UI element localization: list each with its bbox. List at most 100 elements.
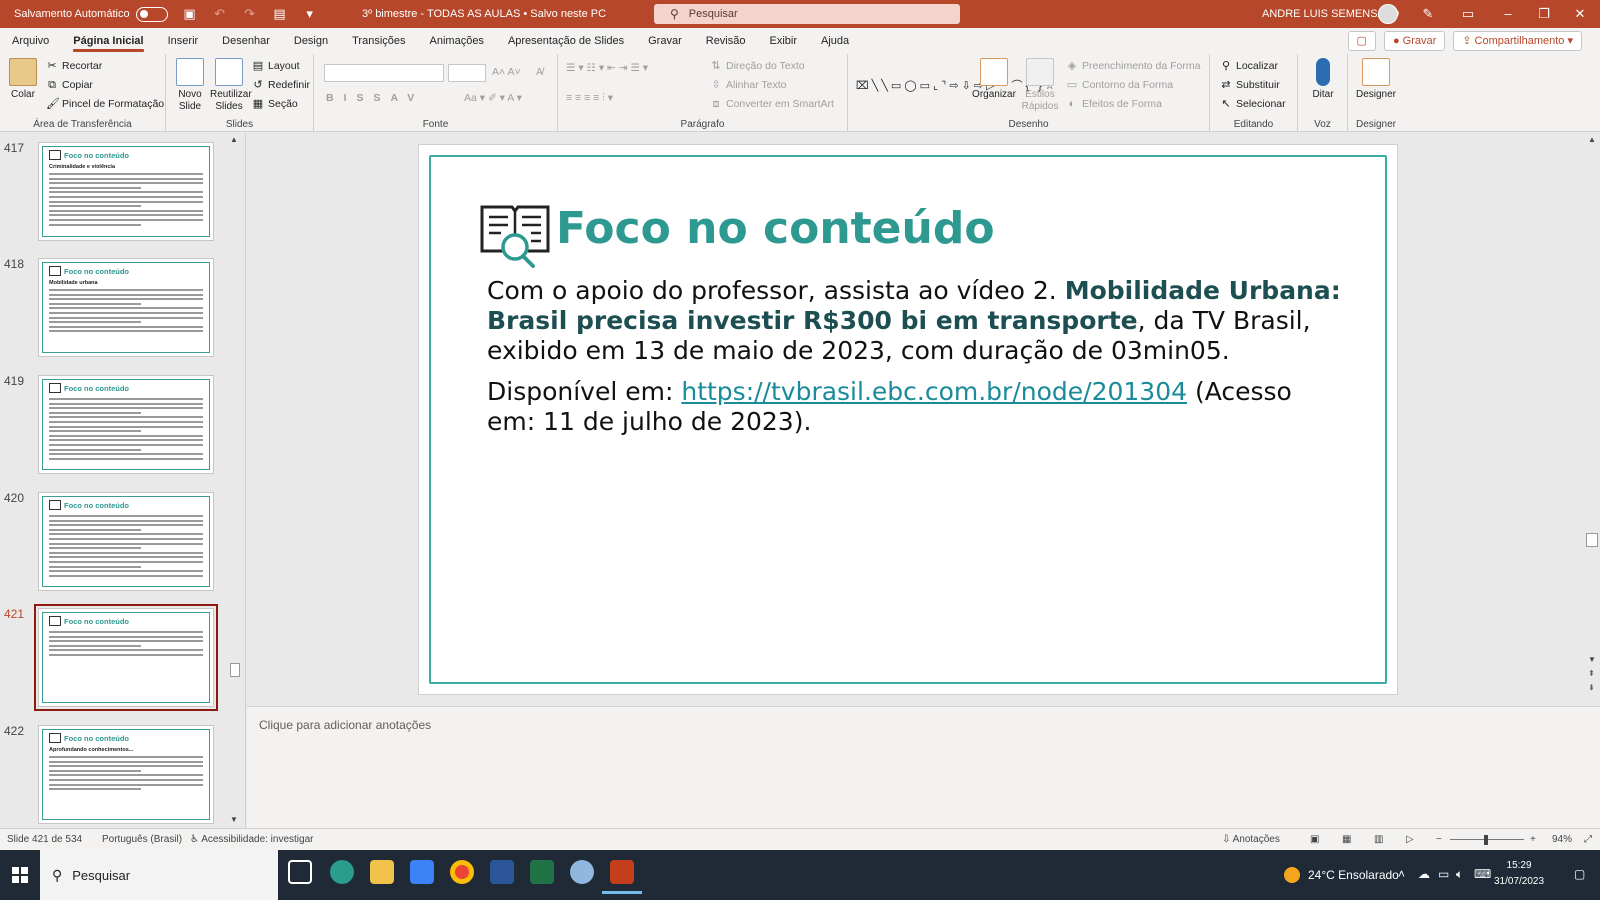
shape-outline-button[interactable]: ▭ Contorno da Forma bbox=[1066, 79, 1173, 91]
slide-thumbnail[interactable]: Foco no conteúdo Aprofundando conheciment… bbox=[38, 725, 214, 824]
slide-thumbnail[interactable]: Foco no conteúdo Mobilidade urbana bbox=[38, 258, 214, 357]
accessibility-button[interactable]: ♿ Acessibilidade: investigar bbox=[190, 829, 313, 851]
tab-pagina-inicial[interactable]: Página Inicial bbox=[61, 28, 155, 54]
previous-slide-icon[interactable]: ⇞ bbox=[1588, 669, 1595, 678]
scroll-down-icon[interactable]: ▼ bbox=[230, 815, 238, 824]
avatar[interactable] bbox=[1378, 4, 1398, 24]
slide-sorter-icon[interactable]: ▦ bbox=[1342, 829, 1351, 851]
chrome-icon[interactable] bbox=[450, 860, 474, 884]
keyboard-icon[interactable]: ⌨ bbox=[1474, 867, 1491, 881]
shape-effects-button[interactable]: ◐ Efeitos de Forma bbox=[1066, 98, 1162, 110]
store-icon[interactable] bbox=[410, 860, 434, 884]
redo-icon[interactable]: ↷ bbox=[242, 6, 258, 22]
editor-vertical-scrollbar[interactable]: ▲ ▼ ⇞ ⇟ bbox=[1584, 133, 1600, 705]
notes-placeholder[interactable]: Clique para adicionar anotações bbox=[259, 718, 431, 732]
tab-animacoes[interactable]: Animações bbox=[418, 28, 496, 54]
thumbnail-scroll-thumb[interactable] bbox=[230, 663, 240, 677]
slide-thumbnail[interactable]: Foco no conteúdo bbox=[38, 492, 214, 591]
maximize-icon[interactable]: ❐ bbox=[1526, 0, 1562, 28]
save-icon[interactable]: ▣ bbox=[182, 6, 198, 22]
layout-button[interactable]: ▤ Layout bbox=[252, 60, 300, 72]
close-icon[interactable]: ✕ bbox=[1562, 0, 1598, 28]
taskbar-search[interactable]: ⚲ Pesquisar bbox=[40, 850, 278, 900]
shape-fill-button[interactable]: ◈ Preenchimento da Forma bbox=[1066, 60, 1201, 72]
font-grow-icon[interactable]: A˄ A˅ bbox=[492, 66, 521, 78]
start-button[interactable] bbox=[0, 850, 40, 900]
zoom-in-icon[interactable]: + bbox=[1530, 829, 1536, 851]
dictate-button[interactable]: Ditar bbox=[1304, 58, 1342, 101]
task-view-icon[interactable] bbox=[288, 860, 312, 884]
tab-ajuda[interactable]: Ajuda bbox=[809, 28, 861, 54]
tab-design[interactable]: Design bbox=[282, 28, 340, 54]
slide-body-text[interactable]: Com o apoio do professor, assista ao víd… bbox=[487, 276, 1347, 448]
tray-chevron-icon[interactable]: ˄ bbox=[1398, 867, 1405, 881]
new-slide-button[interactable]: Novo Slide bbox=[172, 58, 208, 113]
tab-exibir[interactable]: Exibir bbox=[758, 28, 810, 54]
paste-button[interactable]: Colar bbox=[6, 58, 40, 101]
fit-slide-icon[interactable]: ⤢ bbox=[1584, 829, 1592, 851]
language-indicator[interactable]: Português (Brasil) bbox=[102, 829, 182, 851]
text-direction-button[interactable]: ⇅ Direção do Texto bbox=[710, 60, 804, 72]
align-text-button[interactable]: ⇳ Alinhar Texto bbox=[710, 79, 786, 91]
tab-gravar[interactable]: Gravar bbox=[636, 28, 694, 54]
edge-icon[interactable] bbox=[330, 860, 354, 884]
record-button[interactable]: ● Gravar bbox=[1383, 31, 1446, 51]
zoom-level[interactable]: 94% bbox=[1552, 829, 1572, 851]
zoom-slider-thumb[interactable] bbox=[1484, 835, 1488, 845]
pen-icon[interactable]: ✎ bbox=[1410, 0, 1446, 28]
font-style-icons[interactable]: BISSAV bbox=[326, 92, 424, 104]
format-painter-button[interactable]: 🖌 Pincel de Formatação bbox=[46, 98, 164, 110]
font-color-icons[interactable]: Aa ▾ ✐ ▾ A ▾ bbox=[464, 92, 522, 104]
tab-revisao[interactable]: Revisão bbox=[694, 28, 758, 54]
slide-thumbnail[interactable]: Foco no conteúdo Criminalidade e violênci… bbox=[38, 142, 214, 241]
slideshow-icon[interactable]: ▷ bbox=[1406, 829, 1414, 851]
editor-scroll-thumb[interactable] bbox=[1586, 533, 1598, 547]
presenter-icon[interactable]: ▤ bbox=[272, 6, 288, 22]
file-explorer-icon[interactable] bbox=[370, 860, 394, 884]
reset-button[interactable]: ↺ Redefinir bbox=[252, 79, 310, 91]
share-button[interactable]: ⇪ Compartilhamento ▾ bbox=[1453, 31, 1582, 51]
slide-title[interactable]: Foco no conteúdo bbox=[556, 203, 995, 254]
notes-pane[interactable]: Clique para adicionar anotações bbox=[247, 706, 1600, 828]
font-family-select[interactable] bbox=[324, 64, 444, 82]
undo-icon[interactable]: ↶ bbox=[212, 6, 228, 22]
comments-icon[interactable]: ▢ bbox=[1347, 31, 1376, 51]
search-box[interactable]: ⚲ Pesquisar bbox=[654, 4, 960, 24]
designer-button[interactable]: Designer bbox=[1352, 58, 1400, 101]
excel-icon[interactable] bbox=[530, 860, 554, 884]
customize-quick-access-icon[interactable]: ▾ bbox=[302, 6, 318, 22]
reuse-slides-button[interactable]: Reutilizar Slides bbox=[210, 58, 252, 113]
slide-thumbnail[interactable]: Foco no conteúdo bbox=[38, 375, 214, 474]
font-size-select[interactable] bbox=[448, 64, 486, 82]
replace-button[interactable]: ⇄ Substituir bbox=[1220, 79, 1279, 91]
weather-widget[interactable]: 24°C Ensolarado bbox=[1284, 850, 1399, 900]
powerpoint-icon[interactable] bbox=[602, 860, 642, 894]
tab-transicoes[interactable]: Transições bbox=[340, 28, 417, 54]
paint-icon[interactable] bbox=[570, 860, 594, 884]
volume-icon[interactable]: 🔈︎ bbox=[1456, 867, 1463, 882]
notes-button[interactable]: ⇩ Anotações bbox=[1222, 829, 1280, 851]
align-icons[interactable]: ≡ ≡ ≡ ≡ ⫶ ▾ bbox=[566, 92, 613, 105]
section-button[interactable]: ▦ Seção bbox=[252, 98, 298, 110]
scroll-up-icon[interactable]: ▲ bbox=[230, 135, 238, 144]
arrange-button[interactable]: Organizar bbox=[972, 58, 1016, 101]
tab-apresentacao[interactable]: Apresentação de Slides bbox=[496, 28, 636, 54]
system-clock[interactable]: 15:29 31/07/2023 bbox=[1494, 858, 1544, 890]
zoom-out-icon[interactable]: − bbox=[1436, 829, 1442, 851]
onedrive-icon[interactable]: ☁ bbox=[1418, 867, 1430, 881]
copy-button[interactable]: ⧉ Copiar bbox=[46, 79, 93, 91]
tab-inserir[interactable]: Inserir bbox=[156, 28, 211, 54]
clear-format-icon[interactable]: A̸ bbox=[536, 66, 543, 78]
normal-view-icon[interactable]: ▣ bbox=[1310, 829, 1319, 851]
quick-styles-button[interactable]: Estilos Rápidos bbox=[1020, 58, 1060, 113]
shapes-gallery[interactable]: ⌧╲╲▭◯▭⌞⌝⇨⇩⇨▷⌒⌒{ }☆ bbox=[856, 60, 1055, 112]
tab-arquivo[interactable]: Arquivo bbox=[0, 28, 61, 54]
bullets-icons[interactable]: ☰ ▾ ☷ ▾ ⇤ ⇥ ☰ ▾ bbox=[566, 62, 648, 74]
video-link[interactable]: https://tvbrasil.ebc.com.br/node/201304 bbox=[681, 377, 1187, 406]
autosave-toggle[interactable] bbox=[135, 6, 168, 22]
reading-view-icon[interactable]: ▥ bbox=[1374, 829, 1383, 851]
slide-thumbnail[interactable]: Foco no conteúdo bbox=[34, 604, 218, 711]
tab-desenhar[interactable]: Desenhar bbox=[210, 28, 282, 54]
editor-scroll-down-icon[interactable]: ▼ bbox=[1588, 655, 1596, 664]
editor-scroll-up-icon[interactable]: ▲ bbox=[1588, 135, 1596, 144]
